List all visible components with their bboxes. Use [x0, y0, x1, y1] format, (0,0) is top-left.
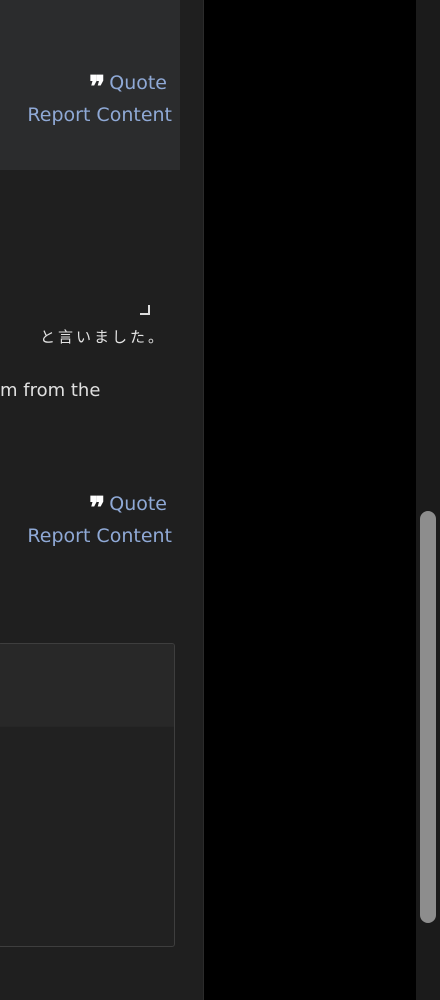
quote-button[interactable]: ❞ Quote [89, 492, 167, 524]
quote-icon: ❞ [89, 491, 105, 526]
reply-box[interactable] [0, 643, 175, 947]
quote-button[interactable]: ❞ Quote [89, 71, 167, 103]
column-divider [203, 0, 204, 1000]
reply-box-header [0, 644, 174, 727]
post-card: ❞ Quote Report Content [0, 0, 180, 170]
quote-icon: ❞ [89, 70, 105, 105]
scrollbar-thumb[interactable] [420, 511, 436, 923]
post-japanese-text: と言いました。 [40, 328, 167, 346]
page-viewport: ❞ Quote Report Content と言いました。 m from th… [0, 0, 440, 1000]
report-content-link[interactable]: Report Content [27, 103, 172, 127]
quote-label: Quote [109, 493, 167, 515]
report-content-link[interactable]: Report Content [27, 524, 172, 548]
post-body-text: m from the [0, 380, 101, 401]
quote-label: Quote [109, 72, 167, 94]
content-column: ❞ Quote Report Content と言いました。 m from th… [0, 0, 203, 1000]
closing-bracket-mark [140, 305, 150, 315]
